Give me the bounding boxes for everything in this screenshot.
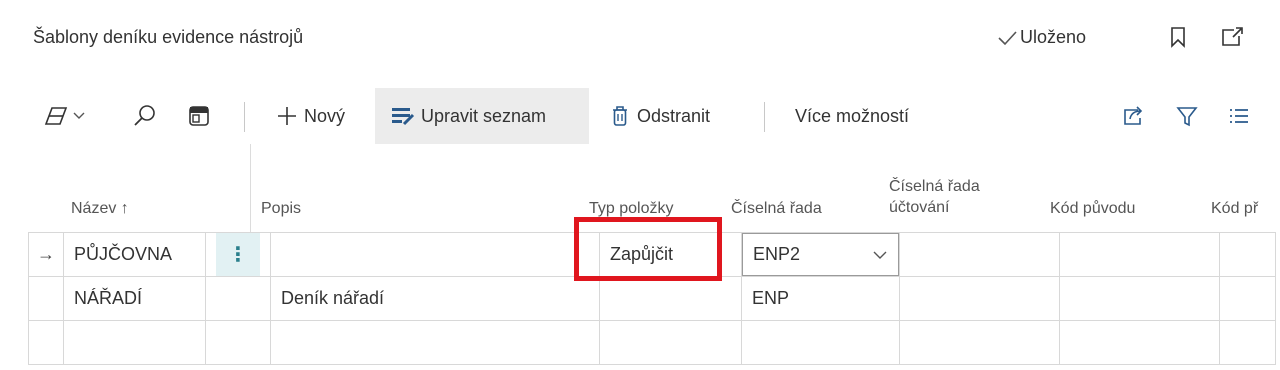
- delete-label: Odstranit: [637, 105, 711, 126]
- new-button[interactable]: Nový: [276, 88, 345, 144]
- col-header-source-code[interactable]: Kód původu: [1050, 198, 1135, 219]
- filter-pane-button[interactable]: [187, 88, 211, 144]
- edit-list-label: Upravit seznam: [421, 105, 547, 126]
- cell-posting-no-series[interactable]: [899, 276, 1060, 321]
- no-series-value: ENP2: [753, 244, 801, 264]
- col-header-no-series[interactable]: Číselná řada: [731, 198, 822, 219]
- analysis-mode-icon: [44, 107, 85, 125]
- data-grid: → PŮJČOVNA ⋮ Zapůjčit ENP2 NÁŘADÍ Deník …: [28, 232, 1276, 365]
- bookmark-icon[interactable]: [1166, 24, 1190, 50]
- cell-description[interactable]: Deník nářadí: [270, 276, 600, 321]
- col-header-posting-no-series-line2: účtování: [889, 199, 950, 216]
- delete-button[interactable]: Odstranit: [611, 88, 710, 144]
- filter-button[interactable]: [1176, 88, 1198, 144]
- table-row[interactable]: NÁŘADÍ Deník nářadí ENP: [28, 276, 1276, 321]
- action-bar: Nový Upravit seznam Odstranit Více možno…: [0, 88, 1280, 144]
- cell-posting-no-series[interactable]: [899, 232, 1060, 277]
- cell-item-type[interactable]: [599, 276, 742, 321]
- row-actions-button[interactable]: ⋮: [216, 233, 260, 276]
- share-icon: [1124, 106, 1143, 125]
- search-button[interactable]: [133, 88, 157, 144]
- list-view-icon: [1230, 109, 1248, 123]
- cell-name[interactable]: NÁŘADÍ: [63, 276, 206, 321]
- saved-label: Uloženo: [1020, 27, 1087, 47]
- edit-list-button[interactable]: Upravit seznam: [375, 88, 589, 144]
- col-header-name[interactable]: Název ↑: [71, 198, 129, 219]
- cell-description[interactable]: [270, 232, 600, 277]
- chevron-down-icon: [873, 251, 887, 259]
- check-icon: [998, 30, 1017, 45]
- col-header-posting-no-series-line1: Číselná řada: [889, 178, 980, 195]
- list-view-button[interactable]: [1228, 88, 1250, 144]
- cell-reason-code[interactable]: [1219, 276, 1276, 321]
- col-header-reason-code[interactable]: Kód př: [1211, 198, 1258, 219]
- row-marker: [28, 276, 64, 321]
- row-marker: →: [28, 232, 64, 277]
- plus-icon: [278, 107, 296, 125]
- cell-reason-code[interactable]: [1219, 232, 1276, 277]
- table-row[interactable]: → PŮJČOVNA ⋮ Zapůjčit ENP2: [28, 232, 1276, 277]
- col-header-description[interactable]: Popis: [261, 198, 301, 219]
- filter-icon: [1176, 107, 1198, 127]
- share-button[interactable]: [1122, 88, 1144, 144]
- cell-source-code[interactable]: [1059, 276, 1220, 321]
- no-series-dropdown[interactable]: ENP2: [742, 233, 899, 276]
- saved-status: Uloženo: [996, 27, 1086, 48]
- table-row-empty[interactable]: [28, 320, 1276, 365]
- cell-no-series[interactable]: ENP2: [741, 232, 900, 277]
- page-title: Šablony deníku evidence nástrojů: [33, 27, 304, 47]
- cell-no-series[interactable]: ENP: [741, 276, 900, 321]
- col-header-item-type[interactable]: Typ položky: [589, 198, 673, 219]
- search-icon: [134, 105, 155, 126]
- edit-list-icon: [392, 108, 415, 126]
- filter-pane-icon: [189, 106, 209, 126]
- open-new-window-icon[interactable]: [1220, 24, 1244, 50]
- more-options-button[interactable]: Více možností: [795, 88, 909, 144]
- col-header-posting-no-series[interactable]: Číselná řada účtování: [889, 176, 980, 218]
- analysis-mode-button[interactable]: [44, 88, 94, 144]
- cell-source-code[interactable]: [1059, 232, 1220, 277]
- cell-name[interactable]: PŮJČOVNA: [63, 232, 206, 277]
- new-label: Nový: [304, 105, 346, 126]
- trash-icon: [613, 106, 627, 126]
- cell-item-type[interactable]: Zapůjčit: [599, 232, 742, 277]
- more-options-label: Více možností: [795, 105, 910, 126]
